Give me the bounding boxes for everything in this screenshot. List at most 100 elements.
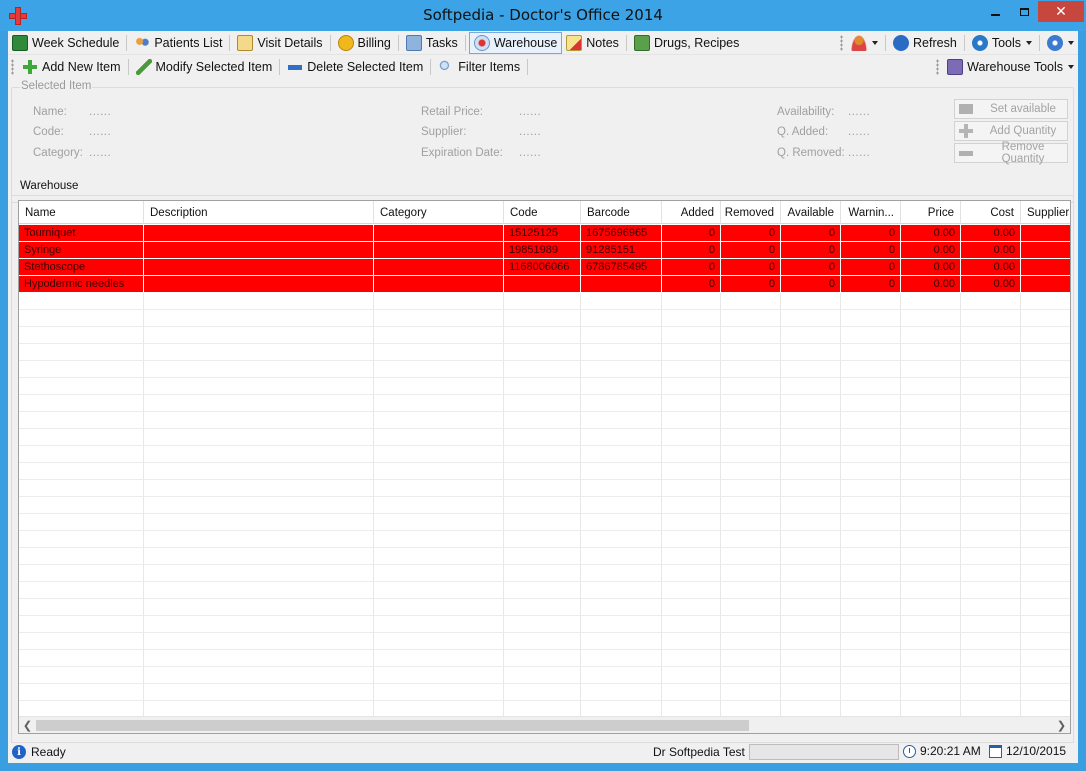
warehouse-tools-menu-button[interactable]: Warehouse Tools [943,56,1078,78]
notes-button[interactable]: Notes [562,32,623,54]
name-value: ...... [89,106,112,118]
scroll-left-icon[interactable]: ❮ [19,717,36,733]
refresh-button[interactable]: Refresh [889,32,961,54]
remove-quantity-label: Remove Quantity [1001,141,1045,165]
maximize-button[interactable] [1010,1,1038,22]
table-cell [1021,225,1070,241]
table-cell [374,310,504,326]
table-cell: Syringe [19,242,144,258]
column-header[interactable]: Removed [721,201,781,224]
table-cell [581,565,662,581]
table-cell [662,327,721,343]
close-button[interactable]: ✕ [1038,1,1084,22]
table-cell [662,395,721,411]
table-cell [1021,276,1070,292]
table-cell [961,327,1021,343]
column-header[interactable]: Name [19,201,144,224]
table-cell [721,701,781,717]
title-bar[interactable]: Softpedia - Doctor's Office 2014 ✕ [0,0,1086,31]
table-cell [1021,514,1070,530]
warehouse-tab-button[interactable]: Warehouse [468,31,563,54]
table-row[interactable]: Syringe 19851989 91285151 0 0 0 0 0.00 0.00 [19,242,1070,259]
column-header[interactable]: Description [144,201,374,224]
table-cell [961,684,1021,700]
remove-quantity-button[interactable]: Remove Quantity [954,141,1068,165]
visit-details-button[interactable]: Visit Details [233,32,326,54]
table-cell [662,616,721,632]
table-cell [841,633,901,649]
toolbar-grip[interactable] [11,59,14,75]
separator [464,34,466,51]
table-cell [662,361,721,377]
scroll-right-icon[interactable]: ❯ [1053,717,1070,733]
column-header[interactable]: Cost [961,201,1021,224]
status-time: 9:20:21 AM [903,744,981,758]
column-header[interactable]: Price [901,201,961,224]
modify-selected-item-button[interactable]: Modify Selected Item [132,56,277,78]
drugs-recipes-button[interactable]: Drugs, Recipes [630,32,743,54]
billing-button[interactable]: Billing [334,32,395,54]
table-cell [504,667,581,683]
tasks-button[interactable]: Tasks [402,32,462,54]
column-header[interactable]: Category [374,201,504,224]
table-cell [1021,497,1070,513]
table-cell [504,548,581,564]
table-cell [841,361,901,377]
toolbar-grip[interactable] [936,59,940,75]
table-cell [581,276,662,292]
table-cell: 0 [721,276,781,292]
table-cell [721,429,781,445]
table-cell [374,361,504,377]
patients-list-label: Patients List [154,35,223,50]
empty-table-row [19,633,1070,650]
horizontal-scrollbar[interactable]: ❮ ❯ [19,716,1070,733]
week-schedule-button[interactable]: Week Schedule [8,32,123,54]
table-cell [961,650,1021,666]
table-cell [901,361,961,377]
table-cell [1021,395,1070,411]
add-new-item-button[interactable]: Add New Item [18,56,125,78]
table-cell [901,463,961,479]
filter-items-button[interactable]: Filter Items [434,56,524,78]
table-cell: 0.00 [961,225,1021,241]
help-menu-button[interactable] [1043,32,1078,54]
table-cell [781,616,841,632]
set-available-button[interactable]: Set available [954,99,1068,119]
table-cell [721,650,781,666]
tools-menu-button[interactable]: Tools [968,32,1036,54]
minimize-button[interactable] [980,1,1010,22]
table-cell [504,582,581,598]
column-header[interactable]: Code [504,201,581,224]
table-row[interactable]: Tourniquet 15125125 1675696965 0 0 0 0 0.00 0.00 [19,225,1070,242]
table-cell [781,667,841,683]
table-cell [841,616,901,632]
table-row[interactable]: Hypodermic needles 0 0 0 0 0.00 0.00 [19,276,1070,293]
table-cell [374,412,504,428]
toolbar-grip[interactable] [840,34,844,51]
empty-table-row [19,599,1070,616]
table-cell [504,344,581,360]
column-header[interactable]: Warnin... [841,201,901,224]
add-quantity-button[interactable]: Add Quantity [954,121,1068,141]
table-cell [901,395,961,411]
table-cell [144,684,374,700]
empty-table-row [19,650,1070,667]
patients-list-button[interactable]: Patients List [130,32,226,54]
table-cell [581,480,662,496]
scrollbar-thumb[interactable] [36,720,749,731]
table-cell [581,429,662,445]
user-menu-button[interactable] [847,32,882,54]
table-cell [662,531,721,547]
delete-selected-item-button[interactable]: Delete Selected Item [283,56,427,78]
column-header[interactable]: Added [662,201,721,224]
table-cell [1021,242,1070,258]
warehouse-grid[interactable]: Name Description Category Code Barcode Added R… [18,200,1071,734]
column-header[interactable]: Available [781,201,841,224]
table-cell [144,480,374,496]
column-header[interactable]: Supplier [1021,201,1070,224]
table-row[interactable]: Stethoscope 1168006066 6786785495 0 0 0 0 0.00 0… [19,259,1070,276]
column-header[interactable]: Barcode [581,201,662,224]
table-cell [374,344,504,360]
table-cell [1021,259,1070,275]
table-cell [1021,684,1070,700]
